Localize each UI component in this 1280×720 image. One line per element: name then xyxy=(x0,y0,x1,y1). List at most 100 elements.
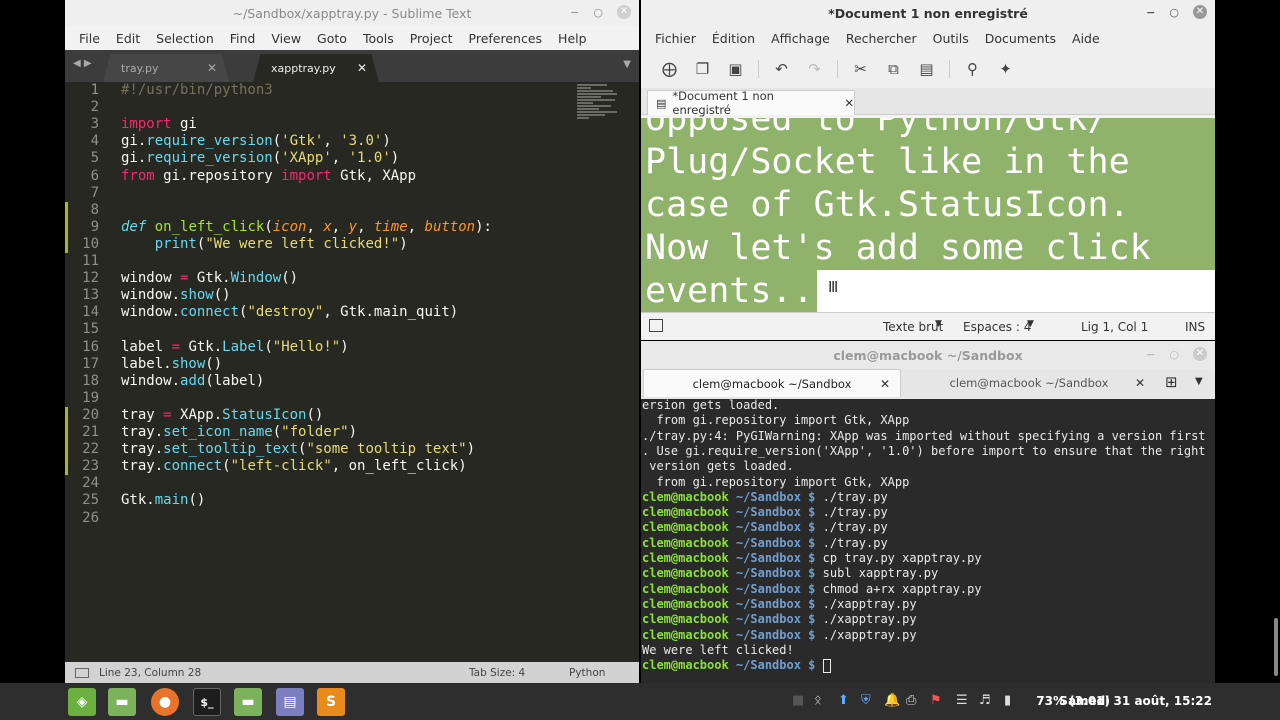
syntax-mode[interactable]: Python xyxy=(569,667,605,679)
close-icon[interactable]: ✕ xyxy=(617,5,631,19)
update-icon[interactable]: ⬆ xyxy=(838,693,849,708)
text-editor-icon[interactable]: ▤ xyxy=(276,688,304,716)
cut-icon[interactable]: ✂ xyxy=(844,60,877,78)
text-line[interactable]: opposed to Python/Gtk/ xyxy=(645,118,1109,141)
menu-preferences[interactable]: Preferences xyxy=(461,31,551,46)
text-line[interactable]: case of Gtk.StatusIcon. xyxy=(645,184,1130,227)
redo-icon[interactable]: ↷ xyxy=(798,60,831,78)
code-line[interactable]: tray.connect("left-click", on_left_click… xyxy=(121,458,467,474)
code-line[interactable]: window = Gtk.Window() xyxy=(121,270,298,286)
maximize-icon[interactable]: ○ xyxy=(593,6,603,19)
code-line[interactable]: #!/usr/bin/python3 xyxy=(121,82,273,98)
gedit-titlebar[interactable]: *Document 1 non enregistré − ○ ✕ xyxy=(641,0,1215,26)
code-line[interactable]: Gtk.main() xyxy=(121,492,205,508)
save-icon[interactable]: ▣ xyxy=(719,60,752,78)
code-editor[interactable]: 1 #!/usr/bin/python3 2 3 import gi 4 gi.requir… xyxy=(65,82,639,662)
menu-affichage[interactable]: Affichage xyxy=(763,31,838,46)
code-line[interactable]: gi.require_version('XApp', '1.0') xyxy=(121,150,399,166)
code-line[interactable]: window.add(label) xyxy=(121,373,264,389)
tab-tray-py[interactable]: tray.py ✕ xyxy=(103,54,229,82)
printer-icon[interactable]: ⎙ xyxy=(906,693,916,708)
tab-menu-icon[interactable]: ▼ xyxy=(1195,376,1203,387)
close-tab-icon[interactable]: ✕ xyxy=(844,96,854,110)
menu-tools[interactable]: Tools xyxy=(355,31,402,46)
text-line[interactable]: Plug/Socket like in the xyxy=(645,141,1130,184)
code-line[interactable]: def on_left_click(icon, x, y, time, butt… xyxy=(121,219,492,235)
folder-icon[interactable]: ▬ xyxy=(108,688,136,716)
maximize-icon[interactable]: ○ xyxy=(1169,348,1179,361)
gedit-text-area[interactable]: opposed to Python/Gtk/Plug/Socket like i… xyxy=(641,118,1215,312)
replace-icon[interactable]: ✦ xyxy=(989,60,1022,78)
new-tab-icon[interactable]: ⊞ xyxy=(1165,373,1178,391)
close-tab-icon[interactable]: ✕ xyxy=(1135,376,1145,390)
menu-edit[interactable]: Edit xyxy=(108,31,148,46)
menu-goto[interactable]: Goto xyxy=(309,31,355,46)
minimize-icon[interactable]: − xyxy=(1146,348,1155,361)
code-line[interactable]: tray.set_tooltip_text("some tooltip text… xyxy=(121,441,475,457)
menu-file[interactable]: File xyxy=(71,31,108,46)
menu-outils[interactable]: Outils xyxy=(925,31,977,46)
close-tab-icon[interactable]: ✕ xyxy=(207,61,217,75)
terminal-scrollbar[interactable] xyxy=(1274,618,1278,676)
minimize-icon[interactable]: − xyxy=(1146,6,1155,19)
menu-edition[interactable]: Édition xyxy=(704,31,763,46)
close-tab-icon[interactable]: ✕ xyxy=(880,377,890,391)
sublime-titlebar[interactable]: ~/Sandbox/xapptray.py - Sublime Text − ○… xyxy=(65,0,639,26)
close-icon[interactable]: ✕ xyxy=(1193,5,1207,19)
menu-selection[interactable]: Selection xyxy=(148,31,222,46)
code-line[interactable]: tray = XApp.StatusIcon() xyxy=(121,407,323,423)
sublime-text-icon[interactable]: S xyxy=(317,688,345,716)
side-panel-icon[interactable] xyxy=(649,319,663,332)
tab-xapptray-py[interactable]: xapptray.py ✕ xyxy=(253,54,379,82)
open-icon[interactable]: ❐ xyxy=(686,60,719,78)
close-icon[interactable]: ✕ xyxy=(1193,347,1207,361)
files-icon[interactable]: ▬ xyxy=(234,688,262,716)
clock[interactable]: Samedi 31 août, 15:22 xyxy=(1059,694,1212,708)
close-tab-icon[interactable]: ✕ xyxy=(357,61,367,75)
volume-icon[interactable]: ♬ xyxy=(979,693,991,708)
terminal-icon[interactable]: $_ xyxy=(193,688,221,716)
code-line[interactable]: window.show() xyxy=(121,287,231,303)
minimap[interactable] xyxy=(577,84,621,130)
search-icon[interactable]: ⚲ xyxy=(956,60,989,78)
battery-icon[interactable]: ▮ xyxy=(1004,693,1011,708)
new-document-icon[interactable]: ⨁ xyxy=(653,60,686,78)
terminal-titlebar[interactable]: clem@macbook ~/Sandbox − ○ ✕ xyxy=(641,341,1215,369)
terminal-tab-1[interactable]: clem@macbook ~/Sandbox ✕ xyxy=(643,369,901,397)
tab-nav-arrows-icon[interactable]: ◀ ▶ xyxy=(73,58,92,69)
bluetooth-icon[interactable]: ᛟ xyxy=(814,693,822,708)
paste-icon[interactable]: ▤ xyxy=(910,60,943,78)
code-line[interactable]: tray.set_icon_name("folder") xyxy=(121,424,357,440)
menu-aide[interactable]: Aide xyxy=(1064,31,1108,46)
panel-toggle-icon[interactable] xyxy=(75,667,89,678)
tab-document-1[interactable]: ▤ *Document 1 non enregistré ✕ xyxy=(647,89,855,117)
menu-find[interactable]: Find xyxy=(222,31,264,46)
copy-icon[interactable]: ⧉ xyxy=(877,60,910,78)
menu-project[interactable]: Project xyxy=(402,31,461,46)
menu-documents[interactable]: Documents xyxy=(977,31,1064,46)
code-line[interactable]: from gi.repository import Gtk, XApp xyxy=(121,168,416,184)
wifi-icon[interactable]: ☰ xyxy=(956,693,968,708)
text-line[interactable]: events.. xyxy=(645,270,814,312)
undo-icon[interactable]: ↶ xyxy=(765,60,798,78)
menu-view[interactable]: View xyxy=(263,31,309,46)
code-line[interactable]: window.connect("destroy", Gtk.main_quit) xyxy=(121,304,458,320)
menu-fichier[interactable]: Fichier xyxy=(647,31,704,46)
code-line[interactable]: gi.require_version('Gtk', '3.0') xyxy=(121,133,391,149)
menu-help[interactable]: Help xyxy=(550,31,595,46)
mint-menu-icon[interactable]: ◈ xyxy=(68,688,96,716)
terminal-output[interactable]: ersion gets loaded. from gi.repository i… xyxy=(641,399,1215,683)
spaces-selector[interactable]: Espaces : 4 xyxy=(963,320,1031,334)
shield-icon[interactable]: ⛨ xyxy=(861,693,871,708)
notifications-icon[interactable]: 🔔 xyxy=(884,693,900,708)
terminal-tab-2[interactable]: clem@macbook ~/Sandbox ✕ xyxy=(903,369,1155,397)
code-line[interactable]: import gi xyxy=(121,116,197,132)
tab-size[interactable]: Tab Size: 4 xyxy=(469,667,525,679)
code-line[interactable]: label.show() xyxy=(121,356,222,372)
firefox-icon[interactable]: ● xyxy=(151,688,179,716)
menu-rechercher[interactable]: Rechercher xyxy=(838,31,925,46)
keyboard-layout-icon[interactable]: ⚑ xyxy=(930,693,942,708)
text-line[interactable]: Now let's add some click xyxy=(645,227,1151,270)
minimize-icon[interactable]: − xyxy=(570,6,579,19)
code-line[interactable]: print("We were left clicked!") xyxy=(121,236,408,252)
